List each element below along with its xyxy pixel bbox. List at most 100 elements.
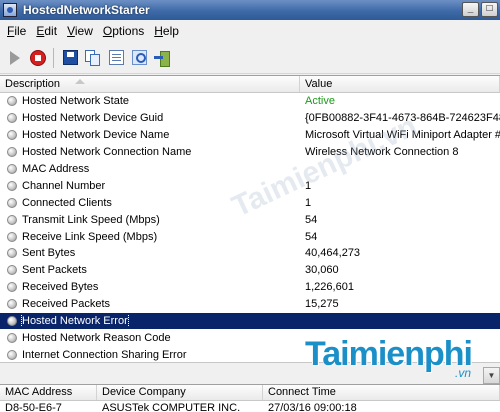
list-row[interactable]: Hosted Network Error [0,312,500,330]
client-connect-time: 27/03/16 09:00:18 [268,402,357,412]
row-value: 30,060 [305,264,339,277]
row-value: {0FB00882-3F41-4673-864B-724623F489 [305,112,500,125]
list-row[interactable]: Received Bytes 1,226,601 [0,279,500,296]
menu-bar: File Edit View Options Help [0,20,500,42]
row-description-cell: Hosted Network Device Name [0,129,300,141]
app-icon [3,3,17,17]
list-row[interactable]: Hosted Network State Active [0,93,500,110]
row-value: Microsoft Virtual WiFi Miniport Adapter … [305,129,500,142]
list-row[interactable]: Hosted Network Connection Name Wireless N… [0,144,500,161]
window-controls: _ □ [462,2,498,17]
row-description: Channel Number [22,179,106,192]
scroll-down-arrow-icon[interactable]: ▼ [483,367,500,384]
row-value: 1,226,601 [305,281,354,294]
list-row[interactable]: Hosted Network Reason Code [0,329,500,346]
list-row[interactable]: Sent Packets 30,060 [0,262,500,279]
menu-view[interactable]: View [62,24,98,38]
column-header-description[interactable]: Description [0,76,300,92]
item-bullet-icon [7,164,17,174]
item-bullet-icon [7,299,17,310]
minimize-button[interactable]: _ [462,2,479,17]
row-value: 40,464,273 [305,247,361,260]
list-row[interactable]: Transmit Link Speed (Mbps) 54 [0,211,500,228]
item-bullet-icon [7,96,17,107]
row-description: Hosted Network Device Name [22,129,170,142]
toolbar [0,42,500,74]
row-value: Wireless Network Connection 8 [305,146,459,159]
row-description-cell: Sent Bytes [0,247,300,259]
list-header: Description Value [0,76,500,93]
list-row[interactable]: Connected Clients 1 [0,194,500,211]
stop-button[interactable] [27,47,49,69]
list-row[interactable]: Receive Link Speed (Mbps) 54 [0,228,500,245]
clients-header: MAC Address Device Company Connect Time [0,385,500,401]
item-bullet-icon [7,197,17,208]
row-description: Hosted Network Reason Code [22,331,171,344]
row-value: 1 [305,196,312,209]
column-header-company[interactable]: Device Company [97,385,263,400]
item-bullet-icon [7,113,17,124]
row-description: Transmit Link Speed (Mbps) [22,213,160,226]
list-rows: Hosted Network State Active Hosted Network… [0,93,500,362]
row-description: Sent Packets [22,264,87,277]
maximize-button[interactable]: □ [481,2,498,17]
item-bullet-icon [7,349,17,360]
list-row[interactable]: Sent Bytes 40,464,273 [0,245,500,262]
row-description-cell: Received Bytes [0,281,300,293]
list-row[interactable]: Internet Connection Sharing Error [0,346,500,362]
list-row[interactable]: MAC Address [0,161,500,178]
row-description-cell: Sent Packets [0,264,300,276]
list-row[interactable]: Received Packets 15,275 [0,296,500,313]
row-description: Sent Bytes [22,247,76,260]
sort-arrow-icon [75,79,85,84]
list-row[interactable]: Hosted Network Device Guid {0FB00882-3F41… [0,110,500,127]
menu-file[interactable]: File [2,24,31,38]
row-description-cell: Hosted Network Connection Name [0,146,300,158]
window-title: HostedNetworkStarter [23,3,150,17]
row-description: Hosted Network Error [21,315,129,328]
find-button[interactable] [128,47,150,69]
menu-options[interactable]: Options [98,24,149,38]
properties-icon [108,50,124,65]
row-description-cell: Transmit Link Speed (Mbps) [0,214,300,226]
row-value: 54 [305,213,318,226]
row-description: Receive Link Speed (Mbps) [22,230,158,243]
item-bullet-icon [7,231,17,242]
item-bullet-icon [7,248,17,259]
title-bar: HostedNetworkStarter _ □ [0,0,500,20]
row-description-cell: Received Packets [0,298,300,310]
row-description: Hosted Network State [22,95,129,108]
copy-button[interactable] [82,47,104,69]
column-header-mac[interactable]: MAC Address [0,385,97,400]
row-value: 1 [305,179,312,192]
item-bullet-icon [7,130,17,141]
connected-clients-list[interactable]: MAC Address Device Company Connect Time … [0,384,500,412]
row-description: Hosted Network Device Guid [22,112,164,125]
row-value: 54 [305,230,318,243]
stop-icon [30,49,46,66]
row-description-cell: Receive Link Speed (Mbps) [0,231,300,243]
list-row[interactable]: Channel Number 1 [0,177,500,194]
menu-edit[interactable]: Edit [31,24,62,38]
row-description: MAC Address [22,163,90,175]
row-description-cell: Hosted Network Device Guid [0,112,300,124]
properties-button[interactable] [105,47,127,69]
item-bullet-icon [7,332,17,343]
row-description: Connected Clients [22,196,112,209]
column-header-connect-time[interactable]: Connect Time [263,385,500,400]
row-description-cell: Channel Number [0,180,300,192]
list-row[interactable]: Hosted Network Device Name Microsoft Virt… [0,127,500,144]
menu-help[interactable]: Help [149,24,184,38]
row-description: Hosted Network Connection Name [22,146,192,159]
pane-splitter[interactable]: ▼ [0,362,500,384]
start-button[interactable] [4,47,26,69]
column-header-value[interactable]: Value [300,76,500,92]
find-icon [131,50,147,65]
network-info-list[interactable]: Description Value Hosted Network State Ac… [0,75,500,362]
row-description: Received Bytes [22,281,99,294]
client-row[interactable]: D8-50-E6-7 ASUSTek COMPUTER INC. 27/03/1… [0,401,500,412]
exit-button[interactable] [151,47,173,69]
item-bullet-icon [7,180,17,191]
save-button[interactable] [59,47,81,69]
item-bullet-icon [7,282,17,293]
